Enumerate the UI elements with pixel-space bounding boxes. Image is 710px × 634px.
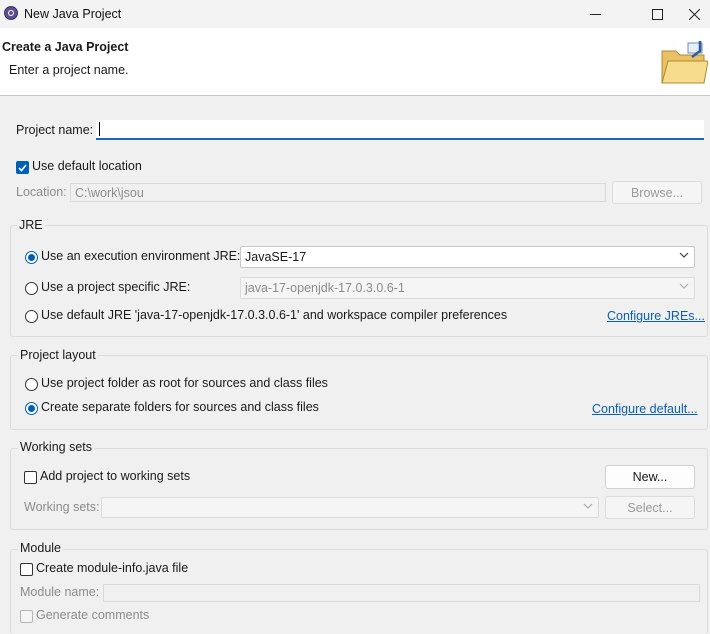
chevron-down-icon (679, 252, 689, 258)
configure-default-link[interactable]: Configure default... (592, 402, 698, 416)
project-name-input[interactable] (96, 120, 704, 140)
chevron-down-icon (679, 283, 689, 289)
jre-execution-env-label: Use an execution environment JRE: (41, 249, 241, 263)
location-label: Location: (16, 185, 67, 199)
use-default-location-label: Use default location (32, 159, 142, 173)
layout-separate-folders-radio[interactable] (25, 402, 38, 415)
project-specific-jre-value: java-17-openjdk-17.0.3.0.6-1 (245, 281, 405, 295)
title-bar: New Java Project (0, 0, 710, 28)
add-to-working-sets-checkbox[interactable] (24, 471, 37, 484)
jre-project-specific-radio[interactable] (25, 282, 38, 295)
jre-execution-env-radio[interactable] (25, 251, 38, 264)
use-default-location-checkbox[interactable] (16, 161, 29, 174)
jre-group-title: JRE (17, 218, 45, 232)
module-name-label: Module name: (20, 585, 100, 599)
jre-default-radio[interactable] (25, 310, 38, 323)
generate-comments-label: Generate comments (36, 608, 150, 622)
chevron-down-icon (583, 503, 593, 509)
checkmark-icon (18, 163, 27, 172)
layout-root-folder-radio[interactable] (25, 378, 38, 391)
new-working-set-button[interactable]: New... (605, 465, 695, 489)
text-caret (99, 122, 100, 136)
create-module-info-checkbox[interactable] (20, 563, 33, 576)
configure-jres-link[interactable]: Configure JREs... (607, 309, 705, 323)
working-sets-title: Working sets (18, 440, 95, 454)
close-button[interactable] (678, 0, 710, 28)
execution-env-value: JavaSE-17 (245, 250, 307, 264)
project-specific-jre-combo[interactable]: java-17-openjdk-17.0.3.0.6-1 (240, 277, 695, 299)
working-sets-combo[interactable] (101, 497, 599, 518)
folder-icon (661, 41, 708, 84)
generate-comments-checkbox[interactable] (20, 610, 33, 623)
window-title: New Java Project (24, 7, 122, 21)
maximize-button[interactable] (634, 0, 680, 28)
add-to-working-sets-label: Add project to working sets (40, 469, 191, 483)
create-module-info-label: Create module-info.java file (36, 561, 189, 575)
module-title: Module (18, 541, 63, 555)
maximize-icon (651, 8, 663, 20)
jre-project-specific-label: Use a project specific JRE: (41, 280, 191, 294)
wizard-title: Create a Java Project (2, 40, 129, 54)
layout-root-folder-label: Use project folder as root for sources a… (41, 376, 328, 390)
select-working-sets-button[interactable]: Select... (605, 496, 695, 519)
minimize-button[interactable] (572, 0, 618, 28)
location-field[interactable]: C:\work\jsou (70, 183, 606, 202)
working-sets-label: Working sets: (24, 500, 100, 514)
wizard-header: Create a Java Project Enter a project na… (0, 28, 710, 96)
browse-button[interactable]: Browse... (612, 181, 702, 204)
project-name-label: Project name: (16, 123, 94, 137)
execution-env-combo[interactable]: JavaSE-17 (240, 246, 695, 268)
project-layout-title: Project layout (18, 348, 98, 362)
location-value: C:\work\jsou (75, 186, 144, 200)
project-layout-group (10, 355, 708, 430)
close-icon (688, 8, 700, 20)
minimize-icon (589, 13, 601, 15)
module-name-field[interactable] (103, 584, 700, 602)
layout-separate-folders-label: Create separate folders for sources and … (41, 400, 319, 414)
wizard-subtitle: Enter a project name. (9, 63, 129, 77)
eclipse-icon (4, 6, 18, 20)
jre-default-label: Use default JRE 'java-17-openjdk-17.0.3.… (41, 308, 508, 322)
